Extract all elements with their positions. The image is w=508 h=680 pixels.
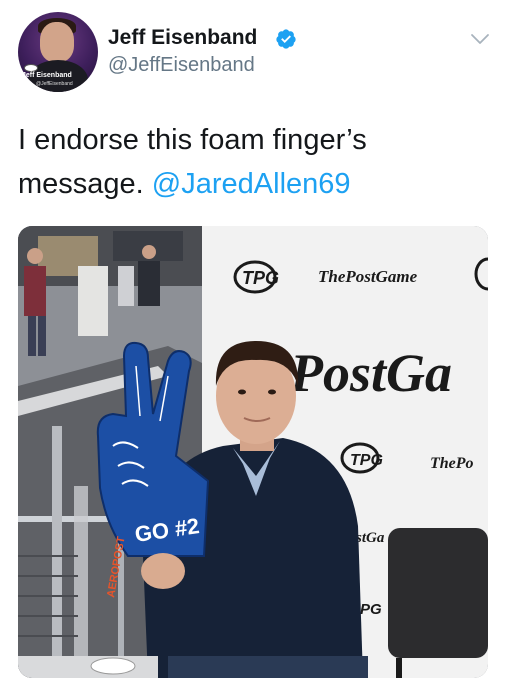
tweet-text: I endorse this foam finger’s message. @J… bbox=[18, 118, 488, 206]
backdrop-repeat-2: stGa bbox=[355, 530, 385, 546]
author-name[interactable]: Jeff Eisenband bbox=[108, 26, 257, 50]
mention-link[interactable]: @JaredAllen69 bbox=[152, 168, 351, 200]
avatar[interactable]: Jeff Eisenband @JeffEisenband bbox=[18, 12, 98, 92]
tweet-header: Jeff Eisenband @JeffEisenband Jeff Eisen… bbox=[18, 12, 490, 96]
tweet-card: Jeff Eisenband @JeffEisenband Jeff Eisen… bbox=[0, 0, 508, 680]
avatar-handle: @JeffEisenband bbox=[36, 81, 73, 87]
backdrop-big-text: PostGa bbox=[289, 343, 452, 403]
sign-name-1: ThePostGame bbox=[318, 267, 418, 286]
tweet-photo[interactable]: TPG ThePostGame PostGa TPG ThePo stGa PG bbox=[18, 226, 488, 678]
backdrop-repeat-3: PG bbox=[360, 601, 382, 618]
verified-badge-icon bbox=[276, 29, 296, 49]
sign-brand-1: TPG bbox=[242, 268, 279, 288]
backdrop-repeat-1: ThePo bbox=[430, 455, 474, 472]
avatar-name: Jeff Eisenband bbox=[22, 72, 72, 79]
chevron-down-icon[interactable] bbox=[470, 32, 490, 46]
sign-brand-2: TPG bbox=[350, 452, 383, 469]
avatar-logo-icon bbox=[24, 64, 38, 72]
avatar-face bbox=[40, 22, 74, 62]
photo-illustration: TPG ThePostGame PostGa TPG ThePo stGa PG bbox=[18, 226, 488, 678]
author-handle[interactable]: @JeffEisenband bbox=[108, 54, 255, 77]
